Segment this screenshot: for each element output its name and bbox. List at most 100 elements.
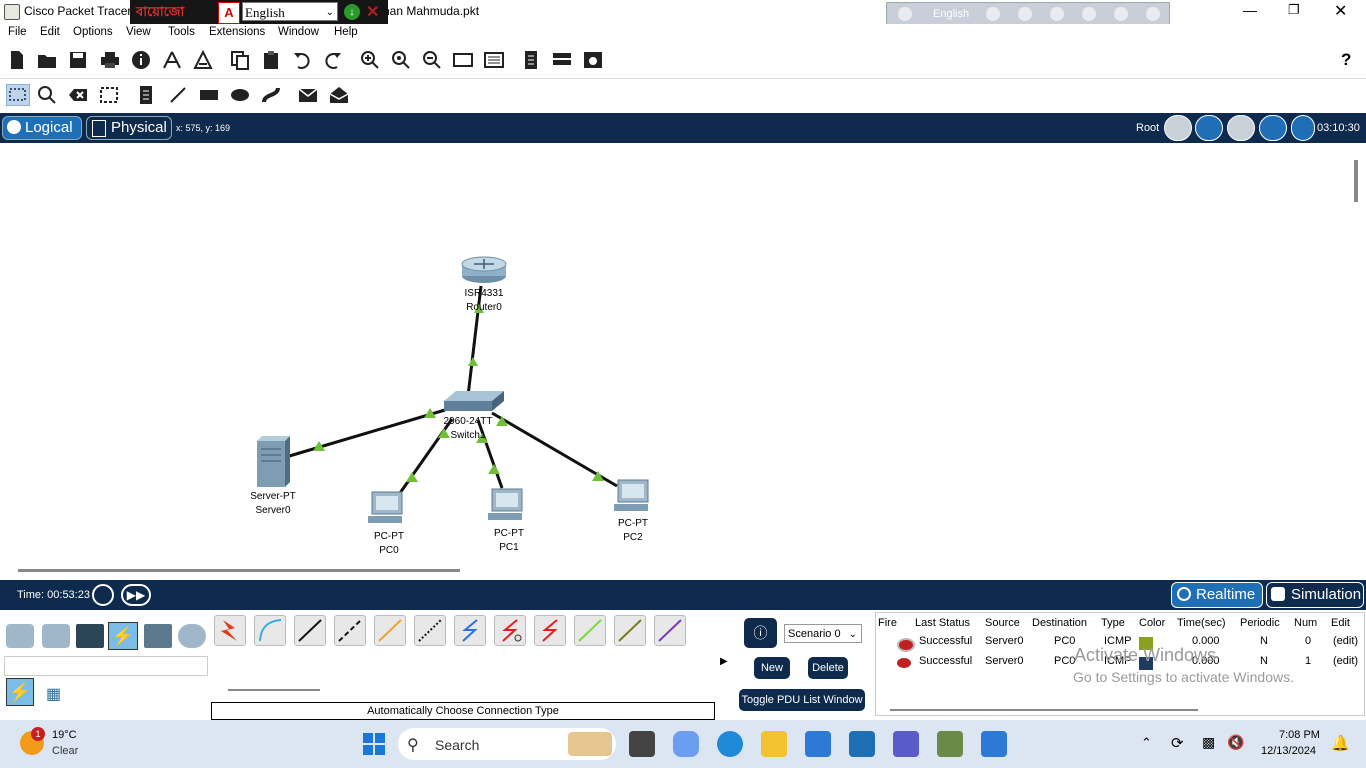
ime-flag-icon[interactable]: A bbox=[218, 2, 240, 24]
end-devices-icon[interactable] bbox=[42, 624, 70, 648]
new-file-icon[interactable] bbox=[7, 50, 27, 70]
menu-tools[interactable]: Tools bbox=[168, 26, 195, 38]
pc-icon[interactable] bbox=[488, 488, 523, 520]
save-icon[interactable] bbox=[68, 50, 88, 70]
serial-dte-icon[interactable] bbox=[534, 615, 566, 646]
menu-file[interactable]: File bbox=[8, 26, 27, 38]
add-simple-pdu-icon[interactable] bbox=[298, 85, 318, 105]
open-folder-icon[interactable] bbox=[37, 50, 57, 70]
microsoft-store-icon[interactable] bbox=[805, 731, 831, 757]
file-explorer-icon[interactable] bbox=[761, 731, 787, 757]
inspect-icon[interactable] bbox=[37, 85, 57, 105]
device-rack-icon[interactable] bbox=[552, 50, 572, 70]
language-bar-label[interactable]: English bbox=[933, 8, 969, 20]
tools-icon[interactable]: ✕ bbox=[366, 2, 379, 22]
teams-icon[interactable] bbox=[893, 731, 919, 757]
ime-brand[interactable]: বায়োজো bbox=[136, 3, 210, 21]
straight-through-icon[interactable] bbox=[294, 615, 326, 646]
router-icon[interactable] bbox=[461, 256, 507, 283]
octal-icon[interactable] bbox=[574, 615, 606, 646]
fiber-icon[interactable] bbox=[374, 615, 406, 646]
menu-window[interactable]: Window bbox=[278, 26, 319, 38]
auto-connection-icon[interactable] bbox=[214, 615, 246, 646]
drawing-palette-icon[interactable] bbox=[453, 50, 473, 70]
undo-icon[interactable] bbox=[292, 50, 312, 70]
menu-edit[interactable]: Edit bbox=[40, 26, 60, 38]
notification-bell-icon[interactable]: 🔔 bbox=[1331, 734, 1350, 752]
multiuser-icon[interactable] bbox=[178, 624, 206, 648]
realtime-mode-button[interactable]: Realtime bbox=[1171, 582, 1263, 608]
fire-icon[interactable] bbox=[897, 658, 911, 668]
menu-extensions[interactable]: Extensions bbox=[209, 26, 265, 38]
connections-scrollbar[interactable] bbox=[228, 689, 320, 691]
volume-muted-icon[interactable]: 🔇 bbox=[1227, 734, 1244, 751]
new-scenario-button[interactable]: New bbox=[754, 657, 790, 679]
vertical-scrollbar[interactable] bbox=[1354, 160, 1358, 202]
globe-clock-icon[interactable] bbox=[1291, 115, 1315, 141]
link-server-switch[interactable] bbox=[285, 408, 446, 459]
help-icon[interactable] bbox=[1114, 7, 1128, 21]
phone-cable-icon[interactable] bbox=[414, 615, 446, 646]
scenario-info-icon[interactable]: ⓘ bbox=[744, 618, 777, 648]
system-time[interactable]: 7:08 PM bbox=[1279, 729, 1320, 741]
device-search-field[interactable] bbox=[4, 656, 208, 676]
ime-language-select[interactable]: English ⌄ bbox=[242, 2, 338, 21]
chess-icon[interactable] bbox=[1018, 7, 1032, 21]
connections-category-icon[interactable]: ⚡ bbox=[108, 622, 138, 650]
tab-physical[interactable]: Physical bbox=[86, 116, 172, 140]
custom-device-icon[interactable] bbox=[484, 50, 504, 70]
pc-icon[interactable] bbox=[368, 491, 403, 523]
menu-help[interactable]: Help bbox=[334, 26, 358, 38]
pdu-edit-link[interactable]: (edit) bbox=[1333, 635, 1358, 647]
back-icon[interactable] bbox=[1164, 115, 1192, 141]
simulation-mode-button[interactable]: Simulation bbox=[1266, 582, 1364, 608]
copilot-icon[interactable] bbox=[673, 731, 699, 757]
sync-icon[interactable]: ⟳ bbox=[1171, 734, 1184, 752]
weather-condition[interactable]: Clear bbox=[52, 745, 78, 757]
notes-icon[interactable] bbox=[521, 50, 541, 70]
paste-icon[interactable] bbox=[261, 50, 281, 70]
notepad-icon[interactable] bbox=[981, 731, 1007, 757]
zoom-in-icon[interactable] bbox=[360, 50, 380, 70]
packet-tracer-taskbar-icon[interactable] bbox=[937, 731, 963, 757]
download-icon[interactable]: ↓ bbox=[344, 4, 360, 20]
place-note-icon[interactable] bbox=[136, 85, 156, 105]
task-view-icon[interactable] bbox=[629, 731, 655, 757]
resize-shape-icon[interactable] bbox=[99, 85, 119, 105]
horizontal-scrollbar[interactable] bbox=[18, 569, 460, 572]
fast-forward-icon[interactable]: ▶▶ bbox=[121, 584, 151, 606]
network-devices-icon[interactable] bbox=[6, 624, 34, 648]
scenario-select[interactable]: Scenario 0 ⌄ bbox=[784, 624, 862, 643]
server-icon[interactable] bbox=[257, 436, 290, 487]
switch-icon[interactable] bbox=[444, 391, 504, 411]
select-icon[interactable] bbox=[6, 84, 30, 106]
redo-icon[interactable] bbox=[323, 50, 343, 70]
console-cable-icon[interactable] bbox=[254, 615, 286, 646]
edge-icon[interactable] bbox=[717, 731, 743, 757]
weather-temperature[interactable]: 19°C bbox=[52, 729, 77, 741]
info-icon[interactable] bbox=[131, 50, 151, 70]
mail-icon[interactable] bbox=[849, 731, 875, 757]
serial-dce-icon[interactable] bbox=[494, 615, 526, 646]
help-icon[interactable]: ? bbox=[1341, 50, 1351, 70]
system-date[interactable]: 12/13/2024 bbox=[1261, 745, 1316, 757]
windows-start-icon[interactable] bbox=[362, 732, 386, 756]
minimize-button[interactable]: — bbox=[1243, 2, 1257, 18]
environment-icon[interactable] bbox=[1259, 115, 1287, 141]
keyboard-icon[interactable] bbox=[986, 7, 1000, 21]
ie-icon[interactable] bbox=[1082, 7, 1096, 21]
draw-ellipse-icon[interactable] bbox=[230, 85, 250, 105]
tab-logical[interactable]: Logical bbox=[2, 116, 82, 140]
activity-wizard-icon[interactable] bbox=[193, 50, 213, 70]
grid-icon[interactable]: ▦ bbox=[46, 684, 62, 703]
power-cycle-icon[interactable] bbox=[92, 584, 114, 606]
zoom-reset-icon[interactable] bbox=[391, 50, 411, 70]
cloud-icon[interactable] bbox=[1195, 115, 1223, 141]
menu-options[interactable]: Options bbox=[73, 26, 113, 38]
collapse-arrow-icon[interactable]: ▶ bbox=[720, 656, 728, 667]
network-icon[interactable]: ▩ bbox=[1202, 734, 1215, 751]
coaxial-icon[interactable] bbox=[454, 615, 486, 646]
miscellaneous-icon[interactable] bbox=[144, 624, 172, 648]
connections-subcategory-icon[interactable]: ⚡ bbox=[6, 678, 34, 706]
draw-line-icon[interactable] bbox=[168, 85, 188, 105]
